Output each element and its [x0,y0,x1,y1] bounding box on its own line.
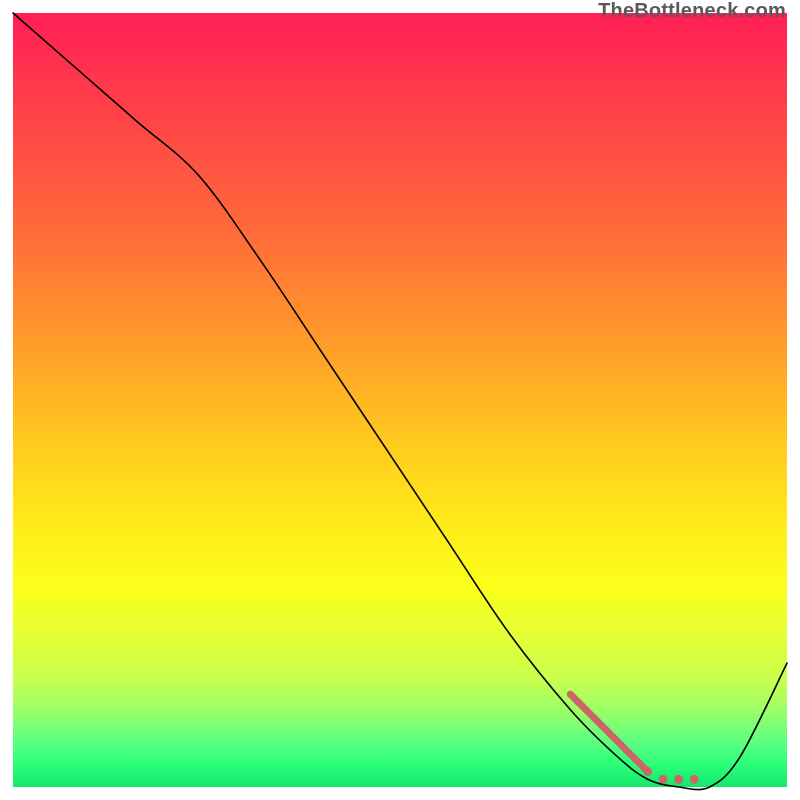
highlight-line [570,694,647,771]
highlight-dot [690,775,699,784]
highlight-dot [659,775,668,784]
highlight-dot [643,767,652,776]
chart-svg [13,13,787,787]
chart-container: TheBottleneck.com [0,0,800,800]
main-curve [13,13,787,790]
highlight-dot [674,775,683,784]
